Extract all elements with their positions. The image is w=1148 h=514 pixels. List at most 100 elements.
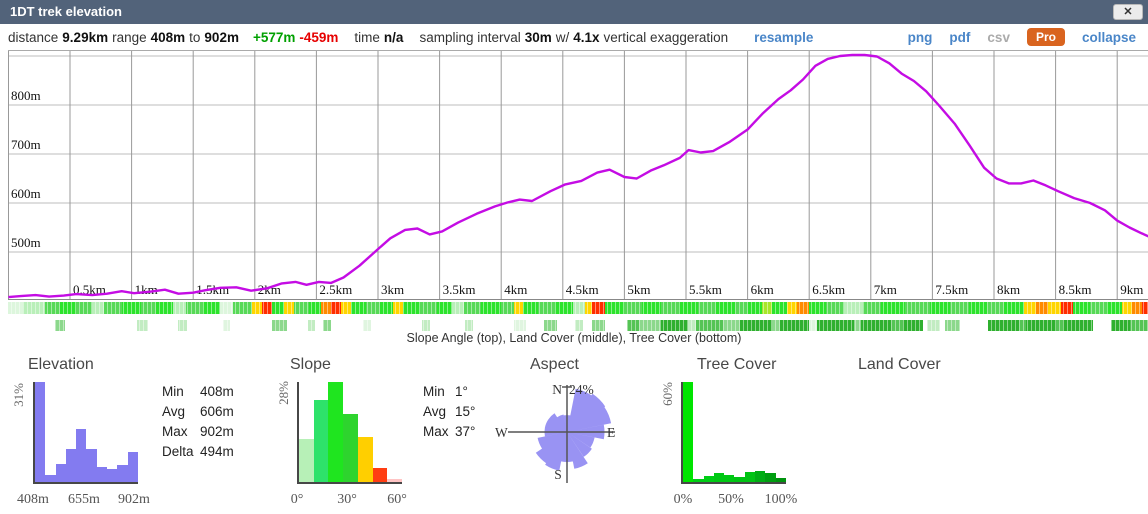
csv-export-link[interactable]: csv [987, 30, 1010, 45]
histogram-bar [299, 439, 314, 482]
pdf-export-link[interactable]: pdf [949, 30, 970, 45]
with-label: w/ [556, 30, 570, 45]
strip-segment [23, 302, 45, 314]
strip-segment [1132, 302, 1142, 314]
stat-row: Delta494m [162, 442, 234, 462]
x-tick-label: 4.5km [566, 282, 599, 297]
x-tick-label: 5.5km [689, 282, 722, 297]
strip-segment [464, 302, 481, 314]
strip-segment [60, 302, 76, 314]
histogram-bar [776, 478, 786, 482]
stat-value: 606m [200, 404, 234, 419]
strip-segment [104, 302, 121, 314]
x-tick-label: 1km [135, 282, 158, 297]
strip-segment [141, 302, 156, 314]
strip-segment [950, 302, 970, 314]
x-tick-label: 7.5km [935, 282, 968, 297]
strip-segment [735, 302, 747, 314]
strip-segment [272, 302, 284, 314]
histogram-bar [117, 465, 127, 482]
strip-segment [173, 302, 185, 314]
strip-segment [927, 320, 939, 331]
tree-cover-strip [0, 320, 1148, 331]
elevation-panel-title: Elevation [28, 356, 94, 374]
strip-segment [321, 302, 331, 314]
land-cover-panel-title: Land Cover [858, 356, 941, 374]
histogram-bar [328, 382, 343, 482]
strip-segment [137, 320, 148, 331]
histogram-bar [76, 429, 86, 482]
time-label: time [354, 30, 380, 45]
histogram-bar [107, 469, 117, 482]
stat-row: Avg606m [162, 402, 234, 422]
strip-segment [1019, 320, 1026, 331]
strip-segment [661, 320, 688, 331]
strip-segment [393, 302, 403, 314]
stat-row: Max902m [162, 422, 234, 442]
range-label: range [112, 30, 147, 45]
pro-badge[interactable]: Pro [1027, 28, 1065, 46]
histogram-bar [704, 476, 714, 482]
aspect-label-s: S [554, 467, 562, 482]
resample-link[interactable]: resample [754, 30, 813, 45]
range-min-value: 408m [151, 30, 186, 45]
aspect-rose: N24%WES [490, 365, 640, 490]
strip-segment [903, 320, 923, 331]
strip-segment [988, 320, 1019, 331]
histogram-bar [734, 477, 744, 482]
collapse-link[interactable]: collapse [1082, 30, 1136, 45]
strip-segment [945, 320, 960, 331]
strip-segment [585, 302, 592, 314]
strip-segment [341, 302, 351, 314]
strip-segment [262, 302, 272, 314]
toolbar: distance 9.29km range 408m to 902m +577m… [0, 24, 1148, 50]
distance-value: 9.29km [62, 30, 108, 45]
strip-segment [592, 302, 604, 314]
stat-value: 37° [455, 424, 475, 439]
strip-segment [272, 320, 287, 331]
strip-segment [538, 302, 555, 314]
strip-segment [797, 302, 809, 314]
strip-segment [1142, 302, 1148, 314]
strip-segment [1090, 302, 1107, 314]
strip-segment [861, 320, 891, 331]
strip-segment [122, 302, 142, 314]
png-export-link[interactable]: png [908, 30, 933, 45]
close-button[interactable]: ✕ [1113, 4, 1143, 20]
strip-segment [309, 302, 321, 314]
sampling-value: 30m [525, 30, 552, 45]
histogram-bar [765, 473, 775, 482]
histogram-bar [745, 472, 755, 482]
strip-segment [284, 302, 294, 314]
histogram-bar [387, 479, 402, 482]
strip-segment [639, 320, 661, 331]
strip-segment [930, 302, 950, 314]
aspect-label-e: E [607, 425, 615, 440]
range-to-label: to [189, 30, 200, 45]
x-tick-label: 4km [504, 282, 527, 297]
strip-segment [1107, 302, 1122, 314]
strip-segment [748, 302, 763, 314]
strip-segment [1004, 302, 1024, 314]
strip-segment [881, 302, 906, 314]
histogram-bar [314, 400, 329, 482]
strip-segment [420, 302, 437, 314]
strip-segment [523, 302, 538, 314]
stat-row: Min1° [423, 382, 475, 402]
histogram-bar [86, 449, 96, 482]
histogram-bar [56, 464, 66, 482]
tree-cover-histogram [681, 382, 786, 484]
strip-segment [223, 320, 230, 331]
histogram-bar [35, 382, 45, 482]
strip-segment [688, 320, 695, 331]
strip-segment [679, 302, 699, 314]
elevation-profile-chart[interactable]: 0.5km1km1.5km2km2.5km3km3.5km4km4.5km5km… [0, 50, 1148, 300]
strip-segment [92, 302, 104, 314]
histogram-bar [724, 475, 734, 482]
x-tick-label: 2.5km [319, 282, 352, 297]
strip-segment [1026, 320, 1056, 331]
x-tick-label: 3km [381, 282, 404, 297]
x-tick-label: 3.5km [443, 282, 476, 297]
sampling-label: sampling interval [419, 30, 520, 45]
strip-segment [501, 302, 513, 314]
